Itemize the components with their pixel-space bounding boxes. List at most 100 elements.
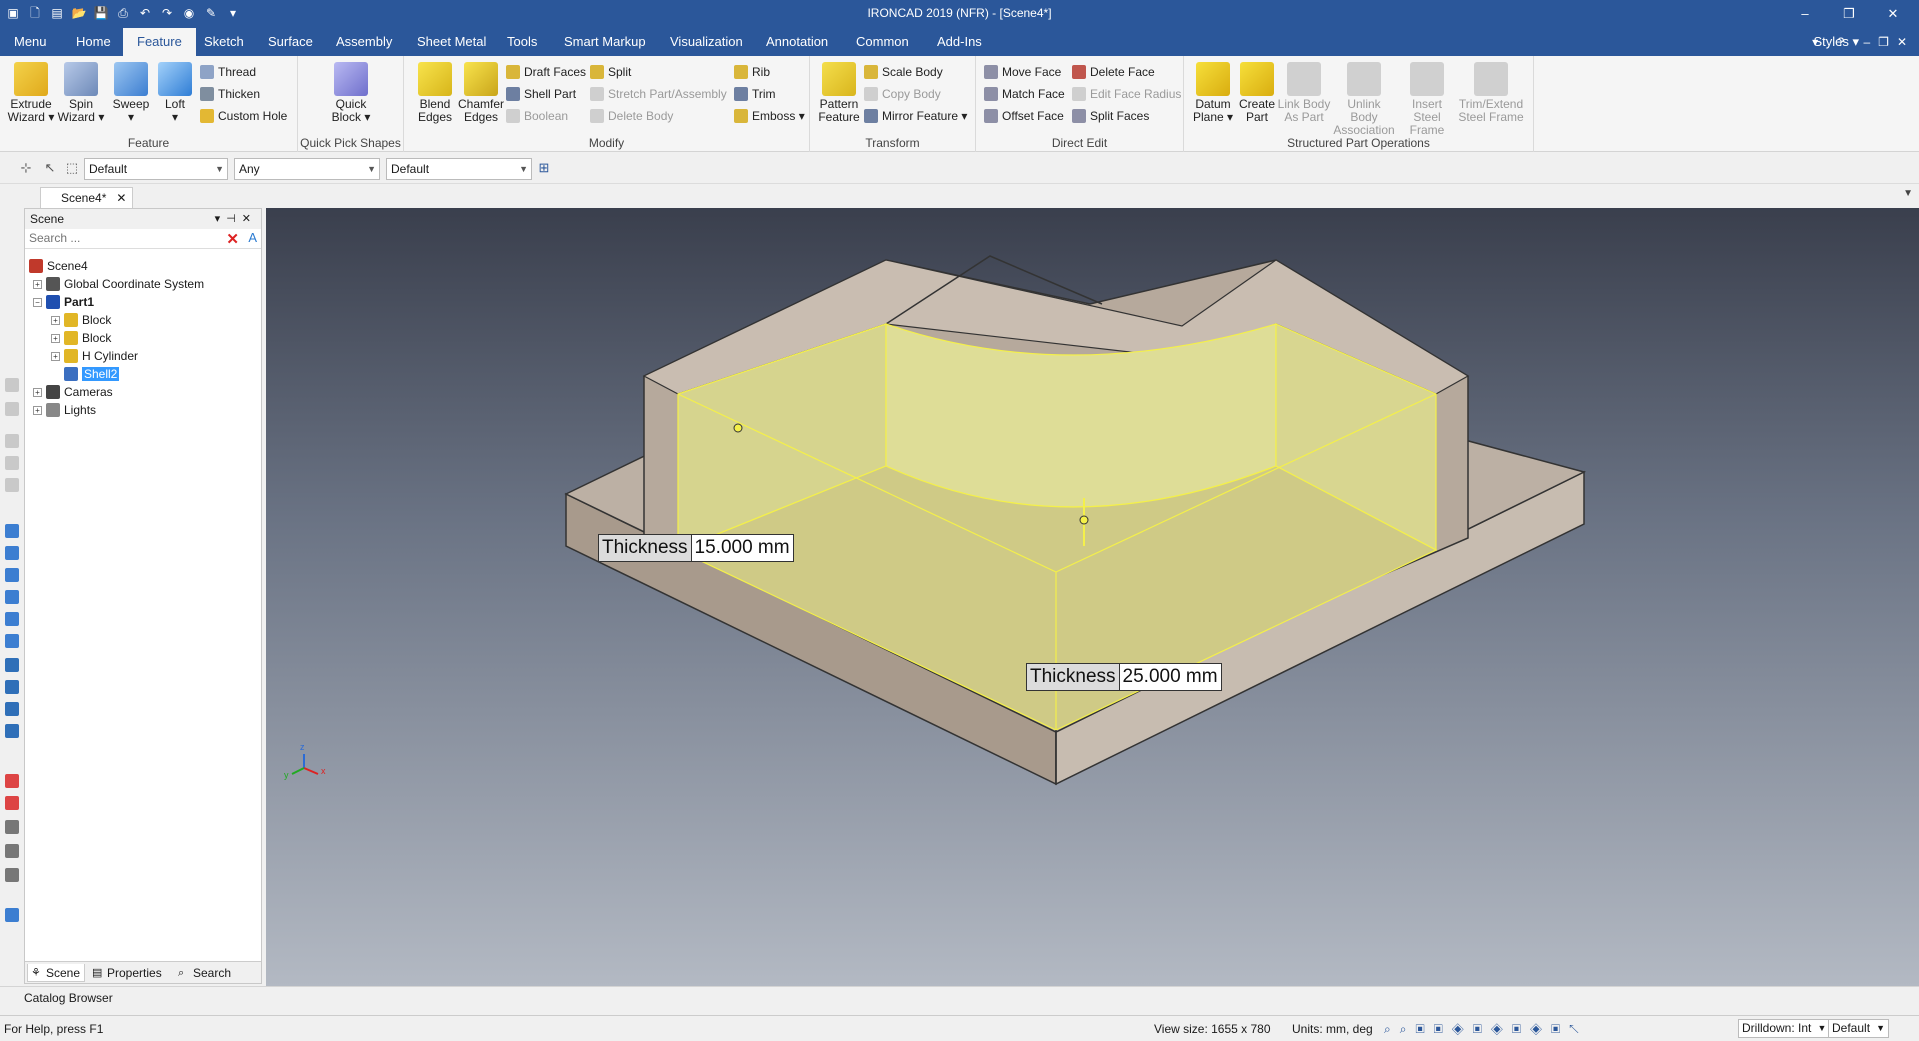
- shell-part-button[interactable]: Shell Part: [504, 84, 576, 104]
- thickness-handle-knob[interactable]: [733, 423, 743, 433]
- match-face-button[interactable]: Match Face: [982, 84, 1065, 104]
- tab-annotation[interactable]: Annotation: [752, 28, 842, 56]
- drilldown-combo[interactable]: Drilldown: Int ▼: [1738, 1019, 1831, 1038]
- tab-tools[interactable]: Tools: [493, 28, 551, 56]
- tree-node-cameras[interactable]: + Cameras: [33, 383, 113, 401]
- trim-extend-steel-frame-button[interactable]: Trim/Extend Steel Frame: [1458, 62, 1524, 124]
- tree-node-h-cylinder[interactable]: + H Cylinder: [51, 347, 138, 365]
- expand-icon[interactable]: +: [33, 406, 42, 415]
- tool-icon[interactable]: [5, 568, 19, 582]
- rib-button[interactable]: Rib: [732, 62, 770, 82]
- tool-icon[interactable]: [5, 844, 19, 858]
- tree-node-shell2[interactable]: Shell2: [64, 365, 120, 383]
- tool-icon[interactable]: [5, 402, 19, 416]
- hierarchy-icon[interactable]: ⊞: [536, 160, 552, 176]
- tab-menu[interactable]: Menu: [0, 28, 61, 56]
- tool-icon[interactable]: [5, 478, 19, 492]
- tree-node-scene4[interactable]: Scene4: [29, 257, 88, 275]
- tool-icon[interactable]: [5, 868, 19, 882]
- tab-sheet-metal[interactable]: Sheet Metal: [403, 28, 500, 56]
- tool-icon[interactable]: [5, 658, 19, 672]
- tab-smart-markup[interactable]: Smart Markup: [550, 28, 660, 56]
- scale-body-button[interactable]: Scale Body: [862, 62, 943, 82]
- material-combo[interactable]: Default ▼: [386, 158, 532, 180]
- thickness-dimension-1[interactable]: Thickness 15.000 mm: [598, 534, 794, 562]
- thickness-value-2[interactable]: 25.000 mm: [1120, 664, 1221, 690]
- tab-scene4[interactable]: Scene4* ✕: [40, 187, 134, 208]
- tool-icon[interactable]: [5, 774, 19, 788]
- catalog-browser-bar[interactable]: Catalog Browser: [0, 986, 1919, 1010]
- tool-icon[interactable]: [5, 820, 19, 834]
- status-style-combo[interactable]: Default ▼: [1828, 1019, 1890, 1038]
- tab-visualization[interactable]: Visualization: [656, 28, 757, 56]
- custom-hole-button[interactable]: Custom Hole: [198, 106, 287, 126]
- restore-button[interactable]: ❐: [1827, 3, 1871, 25]
- tool-icon[interactable]: [5, 796, 19, 810]
- expand-icon[interactable]: +: [33, 280, 42, 289]
- expand-icon[interactable]: +: [51, 316, 60, 325]
- expand-icon[interactable]: +: [51, 334, 60, 343]
- tool-icon[interactable]: [5, 702, 19, 716]
- link-body-button[interactable]: Link Body As Part: [1276, 62, 1332, 124]
- tool-icon[interactable]: [5, 434, 19, 448]
- tab-common[interactable]: Common: [842, 28, 923, 56]
- window-select-icon[interactable]: ⬚: [64, 160, 80, 176]
- stretch-button[interactable]: Stretch Part/Assembly: [588, 84, 727, 104]
- footer-tab-search[interactable]: ⌕ Search: [175, 964, 239, 982]
- boolean-button[interactable]: Boolean: [504, 106, 568, 126]
- tree-node-part1[interactable]: − Part1: [33, 293, 94, 311]
- select-filter-icon[interactable]: ⊹: [18, 160, 34, 176]
- footer-tab-properties[interactable]: ▤ Properties: [89, 964, 171, 982]
- tree-node-lights[interactable]: + Lights: [33, 401, 96, 419]
- tool-icon[interactable]: [5, 908, 19, 922]
- tool-icon[interactable]: [5, 680, 19, 694]
- tool-icon[interactable]: [5, 590, 19, 604]
- footer-tab-scene[interactable]: ⚘ Scene: [27, 964, 85, 982]
- edit-face-radius-button[interactable]: Edit Face Radius: [1070, 84, 1181, 104]
- tool-icon[interactable]: [5, 378, 19, 392]
- draft-faces-button[interactable]: Draft Faces: [504, 62, 586, 82]
- delete-face-button[interactable]: Delete Face: [1070, 62, 1155, 82]
- datum-plane-button[interactable]: Datum Plane ▾: [1188, 62, 1238, 124]
- sweep-button[interactable]: Sweep ▾: [106, 62, 156, 124]
- thickness-dimension-2[interactable]: Thickness 25.000 mm: [1026, 663, 1222, 691]
- blend-edges-button[interactable]: Blend Edges: [410, 62, 460, 124]
- scene-search-input[interactable]: [25, 229, 215, 247]
- catalog-browser-label[interactable]: Catalog Browser: [8, 991, 113, 1005]
- pointer-icon[interactable]: ↖: [42, 160, 58, 176]
- collapse-icon[interactable]: −: [33, 298, 42, 307]
- close-icon[interactable]: ✕: [116, 188, 126, 208]
- view-tools-icons[interactable]: ⌕⌕▣▣◈▣◈▣◈▣↖: [1384, 1022, 1588, 1037]
- spin-wizard-button[interactable]: Spin Wizard ▾: [56, 62, 106, 124]
- tool-icon[interactable]: [5, 634, 19, 648]
- emboss-button[interactable]: Emboss ▾: [732, 106, 805, 126]
- create-part-button[interactable]: Create Part: [1232, 62, 1282, 124]
- delete-body-button[interactable]: Delete Body: [588, 106, 673, 126]
- chamfer-edges-button[interactable]: Chamfer Edges: [456, 62, 506, 124]
- thickness-handle-knob[interactable]: [1079, 515, 1089, 525]
- extrude-wizard-button[interactable]: Extrude Wizard ▾: [6, 62, 56, 124]
- tree-node-block-1[interactable]: + Block: [51, 311, 111, 329]
- unlink-body-button[interactable]: Unlink Body Association: [1332, 62, 1396, 137]
- tab-home[interactable]: Home: [62, 28, 125, 56]
- loft-button[interactable]: Loft ▾: [150, 62, 200, 124]
- tab-add-ins[interactable]: Add-Ins: [923, 28, 996, 56]
- tab-feature[interactable]: Feature: [123, 28, 196, 56]
- split-faces-button[interactable]: Split Faces: [1070, 106, 1149, 126]
- tree-node-gcs[interactable]: + Global Coordinate System: [33, 275, 204, 293]
- tab-surface[interactable]: Surface: [254, 28, 327, 56]
- insert-steel-frame-button[interactable]: Insert Steel Frame: [1398, 62, 1456, 137]
- expand-icon[interactable]: +: [51, 352, 60, 361]
- filter-combo[interactable]: Any ▼: [234, 158, 380, 180]
- offset-face-button[interactable]: Offset Face: [982, 106, 1064, 126]
- close-button[interactable]: ✕: [1871, 3, 1915, 25]
- copy-body-button[interactable]: Copy Body: [862, 84, 941, 104]
- panel-controls[interactable]: ▾⊣✕: [215, 209, 257, 229]
- thicken-button[interactable]: Thicken: [198, 84, 260, 104]
- expand-icon[interactable]: +: [33, 388, 42, 397]
- tool-icon[interactable]: [5, 524, 19, 538]
- thickness-value-1[interactable]: 15.000 mm: [692, 535, 793, 561]
- pattern-feature-button[interactable]: Pattern Feature: [814, 62, 864, 124]
- mirror-feature-button[interactable]: Mirror Feature ▾: [862, 106, 967, 126]
- tool-icon[interactable]: [5, 612, 19, 626]
